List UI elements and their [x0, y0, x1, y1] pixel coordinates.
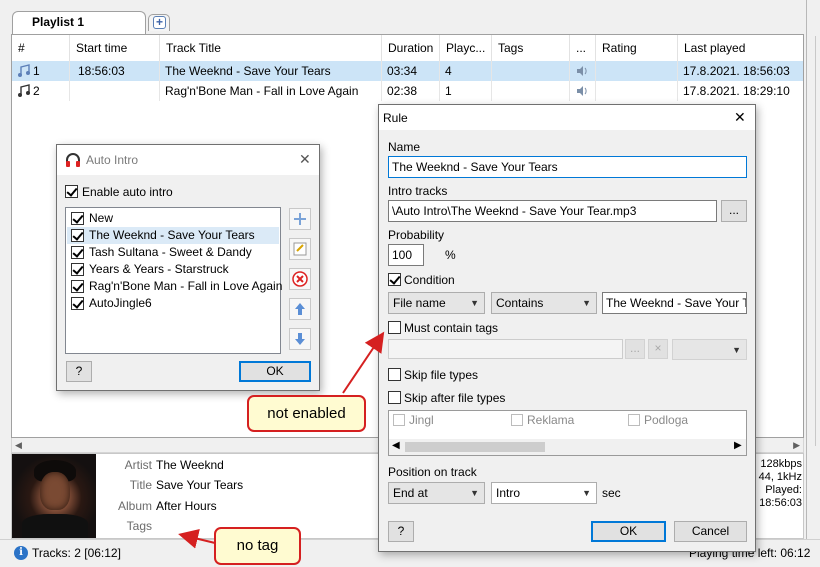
annotation-arrows: [178, 331, 385, 549]
callout-not-enabled: not enabled: [247, 395, 366, 432]
callout-no-tag: no tag: [214, 527, 301, 565]
